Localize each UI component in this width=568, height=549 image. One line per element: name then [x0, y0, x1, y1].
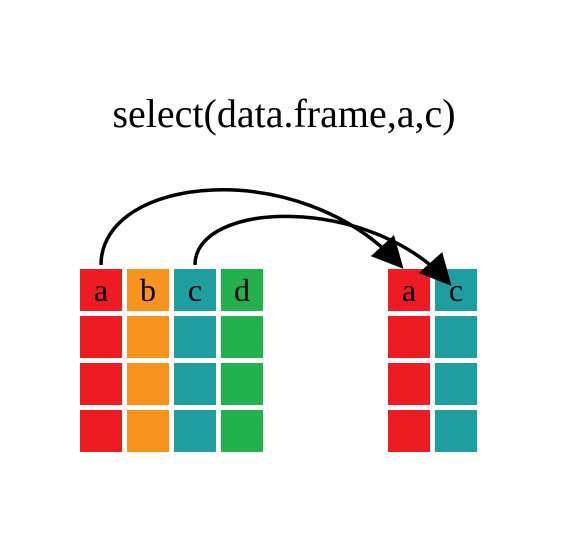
column-header-b: b — [127, 269, 169, 311]
data-cell — [127, 363, 169, 405]
data-cell — [174, 410, 216, 452]
data-cell — [80, 410, 122, 452]
data-cell — [221, 316, 263, 358]
source-table: abcd — [80, 269, 263, 452]
data-cell — [174, 363, 216, 405]
arrow-a-to-a — [101, 190, 400, 265]
column-header-c: c — [174, 269, 216, 311]
data-cell — [388, 363, 430, 405]
data-cell — [435, 410, 477, 452]
data-cell — [127, 316, 169, 358]
column-header-a: a — [388, 269, 430, 311]
data-cell — [80, 363, 122, 405]
data-cell — [174, 316, 216, 358]
column-header-c: c — [435, 269, 477, 311]
data-cell — [435, 363, 477, 405]
data-cell — [221, 363, 263, 405]
result-table: ac — [388, 269, 477, 452]
data-cell — [127, 410, 169, 452]
data-cell — [388, 316, 430, 358]
column-header-d: d — [221, 269, 263, 311]
data-cell — [221, 410, 263, 452]
data-cell — [435, 316, 477, 358]
column-header-a: a — [80, 269, 122, 311]
code-expression: select(data.frame,a,c) — [0, 90, 568, 137]
data-cell — [80, 316, 122, 358]
data-cell — [388, 410, 430, 452]
